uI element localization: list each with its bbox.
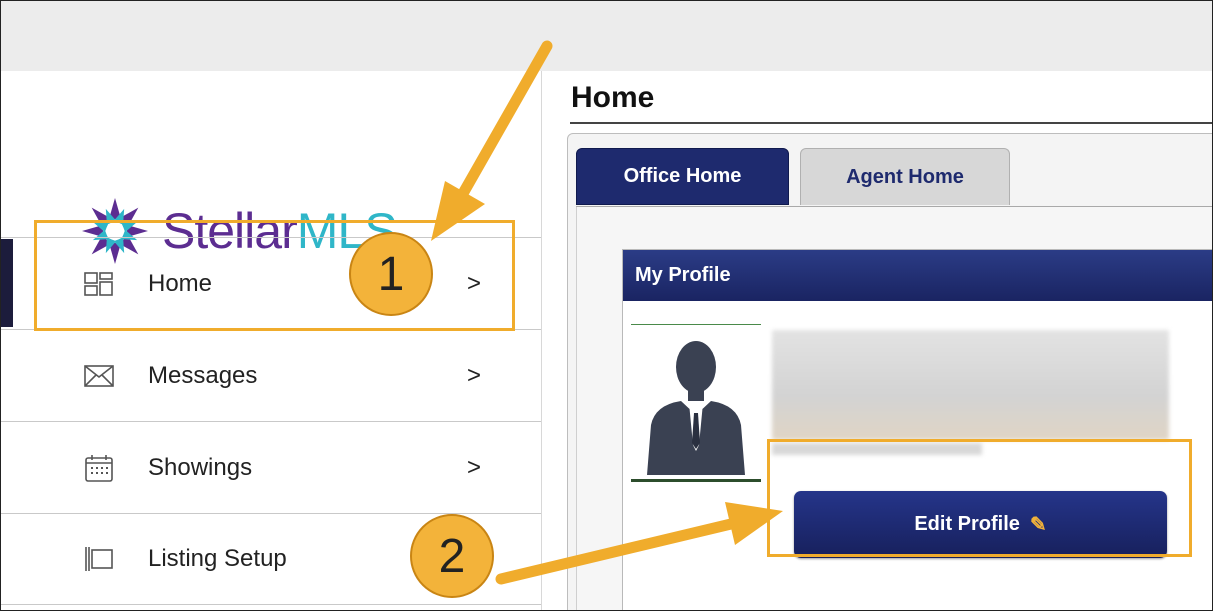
calendar-icon	[83, 454, 115, 482]
sidebar-item-messages[interactable]: Messages >	[1, 329, 541, 421]
card-header: My Profile	[623, 250, 1212, 301]
sidebar-item-label: Messages	[148, 361, 258, 389]
chevron-right-icon: >	[467, 453, 482, 481]
sidebar-item-label: Showings	[148, 453, 253, 481]
highlight-box-edit-profile	[767, 439, 1192, 557]
redacted-profile-info	[772, 330, 1169, 440]
sidebar-item-label: Listing Setup	[148, 545, 287, 572]
sidebar-item-showings[interactable]: Showings >	[1, 421, 541, 513]
step-2-callout: 2	[410, 514, 494, 598]
app-window: StellarMLS Home > Messages > Showings >	[0, 0, 1213, 611]
tab-strip: Office Home Agent Home	[576, 142, 1212, 207]
tab-office-home[interactable]: Office Home	[576, 148, 789, 205]
flag-icon	[83, 545, 115, 573]
highlight-box-home	[34, 220, 515, 331]
top-bar	[1, 1, 1212, 71]
person-silhouette-icon	[647, 341, 745, 475]
tab-agent-home[interactable]: Agent Home	[800, 148, 1010, 205]
avatar	[631, 324, 761, 482]
envelope-icon	[83, 362, 115, 390]
chevron-right-icon: >	[467, 361, 482, 389]
step-1-callout: 1	[349, 232, 433, 316]
page-title: Home	[571, 81, 655, 114]
title-divider	[570, 122, 1212, 124]
